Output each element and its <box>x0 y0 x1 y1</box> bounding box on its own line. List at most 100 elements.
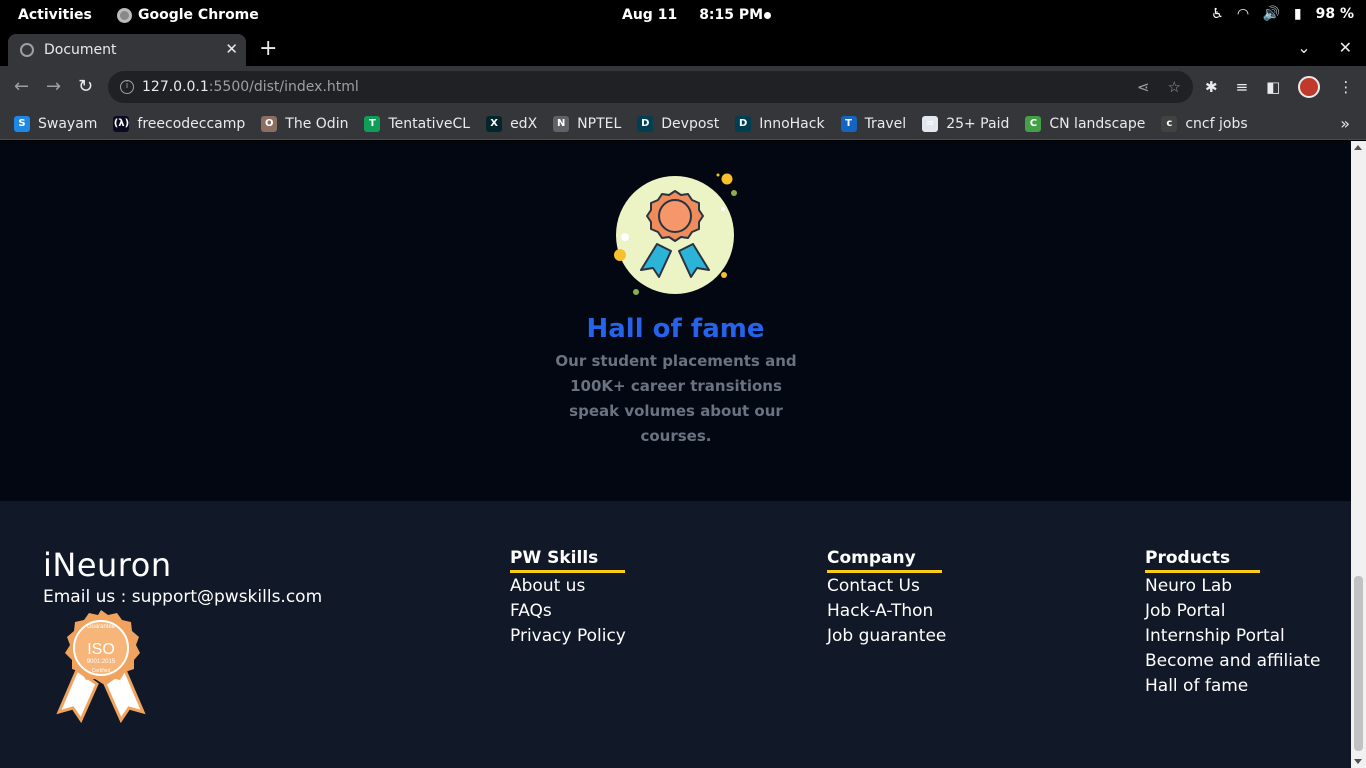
bookmark-label: NPTEL <box>577 115 622 132</box>
hall-of-fame-description: Our student placements and 100K+ career … <box>555 352 797 445</box>
footer-link-neuro-lab[interactable]: Neuro Lab <box>1145 574 1321 599</box>
bookmark-label: Travel <box>864 115 907 132</box>
side-panel-icon[interactable]: ◧ <box>1266 78 1280 96</box>
bookmark-favicon-icon: X <box>486 115 503 132</box>
battery-icon[interactable]: ▮ <box>1294 6 1302 22</box>
footer-email: Email us : support@pwskills.com <box>43 587 323 607</box>
footer-column-company: Company Contact Us Hack-A-Thon Job guara… <box>827 548 946 649</box>
iso-certified-badge: ISO 9001:2015 Guarantee Certified <box>56 610 146 724</box>
activities-button[interactable]: Activities <box>18 7 92 23</box>
bookmark-favicon-icon: D <box>735 115 752 132</box>
share-icon[interactable]: ⋖ <box>1137 78 1150 96</box>
window-close-icon[interactable]: ✕ <box>1339 38 1352 57</box>
tab-strip: Document ✕ + ⌄ ✕ <box>0 32 1366 66</box>
hall-of-fame-section: Hall of fame Our student placements and … <box>0 141 1351 501</box>
page-scrollbar[interactable] <box>1351 141 1366 768</box>
iso-guarantee-text: Guarantee <box>87 624 116 630</box>
bookmark-item[interactable]: c cncf jobs <box>1161 115 1248 132</box>
more-bookmarks-icon[interactable]: » <box>1340 114 1350 133</box>
iso-standard-text: 9001:2015 <box>87 659 116 665</box>
bookmark-item[interactable]: O The Odin <box>261 115 349 132</box>
media-control-icon[interactable]: ≡ <box>1236 78 1249 96</box>
app-name: Google Chrome <box>138 7 259 23</box>
bookmark-label: freecodeccamp <box>137 115 246 132</box>
tab-search-chevron-icon[interactable]: ⌄ <box>1297 38 1310 57</box>
reload-button[interactable]: ↻ <box>78 76 93 97</box>
accessibility-icon[interactable]: ♿ <box>1211 6 1224 22</box>
tab-title: Document <box>44 42 117 58</box>
bookmark-favicon-icon: c <box>1161 115 1178 132</box>
address-bar[interactable]: i 127.0.0.1:5500/dist/index.html ⋖ ☆ <box>108 71 1193 103</box>
bookmark-favicon-icon: C <box>1025 115 1042 132</box>
footer-heading: Company <box>827 548 942 573</box>
bookmark-label: The Odin <box>285 115 349 132</box>
award-medal-icon <box>614 173 737 295</box>
footer-link-contact-us[interactable]: Contact Us <box>827 574 946 599</box>
bookmark-item[interactable]: D InnoHack <box>735 115 825 132</box>
system-top-bar: Activities Google Chrome Aug 11 8:15 PM ♿… <box>0 0 1366 32</box>
bookmark-favicon-icon: T <box>364 115 381 132</box>
footer-link-about-us[interactable]: About us <box>510 574 626 599</box>
date-label: Aug 11 <box>622 7 678 23</box>
bookmark-label: 25+ Paid <box>946 115 1010 132</box>
footer-link-internship-portal[interactable]: Internship Portal <box>1145 624 1321 649</box>
bookmark-label: edX <box>510 115 538 132</box>
wifi-icon[interactable]: ◠ <box>1238 6 1249 22</box>
bookmark-item[interactable]: (λ) freecodeccamp <box>113 115 246 132</box>
bookmark-item[interactable]: XedX <box>486 115 538 132</box>
ineuron-logo[interactable]: iNeuron <box>43 546 172 584</box>
bookmark-favicon-icon: D <box>637 115 654 132</box>
bookmark-item[interactable]: D Devpost <box>637 115 720 132</box>
footer-link-hall-of-fame[interactable]: Hall of fame <box>1145 674 1321 699</box>
bookmark-favicon-icon: (λ) <box>113 115 130 132</box>
app-menu[interactable]: Google Chrome <box>117 7 259 23</box>
system-tray[interactable]: ♿ ◠ 🔊 ▮ 98 % <box>1211 6 1354 22</box>
bookmark-label: Devpost <box>661 115 720 132</box>
close-tab-icon[interactable]: ✕ <box>225 40 238 58</box>
footer-link-job-guarantee[interactable]: Job guarantee <box>827 624 946 649</box>
bookmark-label: Swayam <box>38 115 98 132</box>
battery-label: 98 % <box>1315 6 1354 22</box>
bookmark-favicon-icon: O <box>261 115 278 132</box>
chrome-icon <box>117 7 132 23</box>
bookmark-label: cncf jobs <box>1185 115 1248 132</box>
volume-icon[interactable]: 🔊 <box>1262 6 1279 22</box>
scroll-down-arrow-icon[interactable] <box>1354 759 1362 764</box>
scroll-up-arrow-icon[interactable] <box>1354 145 1362 150</box>
tab-document[interactable]: Document ✕ <box>8 34 246 66</box>
bookmark-label: InnoHack <box>759 115 825 132</box>
bookmark-item[interactable]: = 25+ Paid <box>922 115 1010 132</box>
site-footer: iNeuron Email us : support@pwskills.com … <box>0 501 1351 768</box>
bookmark-item[interactable]: S Swayam <box>14 115 98 132</box>
bookmarks-bar: S Swayam (λ) freecodeccamp O The Odin T Tentati… <box>0 108 1366 140</box>
clock[interactable]: Aug 11 8:15 PM <box>622 7 785 23</box>
menu-kebab-icon[interactable]: ⋮ <box>1338 78 1353 96</box>
bookmark-item[interactable]: N NPTEL <box>553 115 622 132</box>
profile-avatar[interactable] <box>1298 76 1321 98</box>
browser-toolbar: ← → ↻ i 127.0.0.1:5500/dist/index.html ⋖… <box>0 66 1366 108</box>
forward-button[interactable]: → <box>46 76 61 97</box>
url-host: 127.0.0.1 <box>142 79 209 95</box>
extensions-icon[interactable]: ✱ <box>1205 78 1218 96</box>
bookmark-item[interactable]: T TentativeCL <box>364 115 470 132</box>
page-viewport: Hall of fame Our student placements and … <box>0 141 1351 768</box>
footer-link-faqs[interactable]: FAQs <box>510 599 626 624</box>
bookmark-item[interactable]: C CN landscape <box>1025 115 1145 132</box>
notification-dot-icon <box>764 12 771 19</box>
site-info-icon[interactable]: i <box>120 80 134 94</box>
globe-icon <box>20 43 34 57</box>
new-tab-button[interactable]: + <box>259 36 277 61</box>
bookmark-favicon-icon: S <box>14 115 30 132</box>
bookmark-item[interactable]: T Travel <box>840 115 907 132</box>
back-button[interactable]: ← <box>14 76 29 97</box>
scrollbar-thumb[interactable] <box>1354 576 1363 751</box>
footer-link-become-affiliate[interactable]: Become and affiliate <box>1145 649 1321 674</box>
iso-certified-text: Certified <box>92 668 111 674</box>
footer-link-privacy-policy[interactable]: Privacy Policy <box>510 624 626 649</box>
bookmark-favicon-icon: = <box>922 115 939 132</box>
bookmark-star-icon[interactable]: ☆ <box>1168 78 1181 96</box>
footer-link-job-portal[interactable]: Job Portal <box>1145 599 1321 624</box>
url-path: :5500/dist/index.html <box>208 79 359 95</box>
footer-link-hack-a-thon[interactable]: Hack-A-Thon <box>827 599 946 624</box>
footer-heading: Products <box>1145 548 1260 573</box>
